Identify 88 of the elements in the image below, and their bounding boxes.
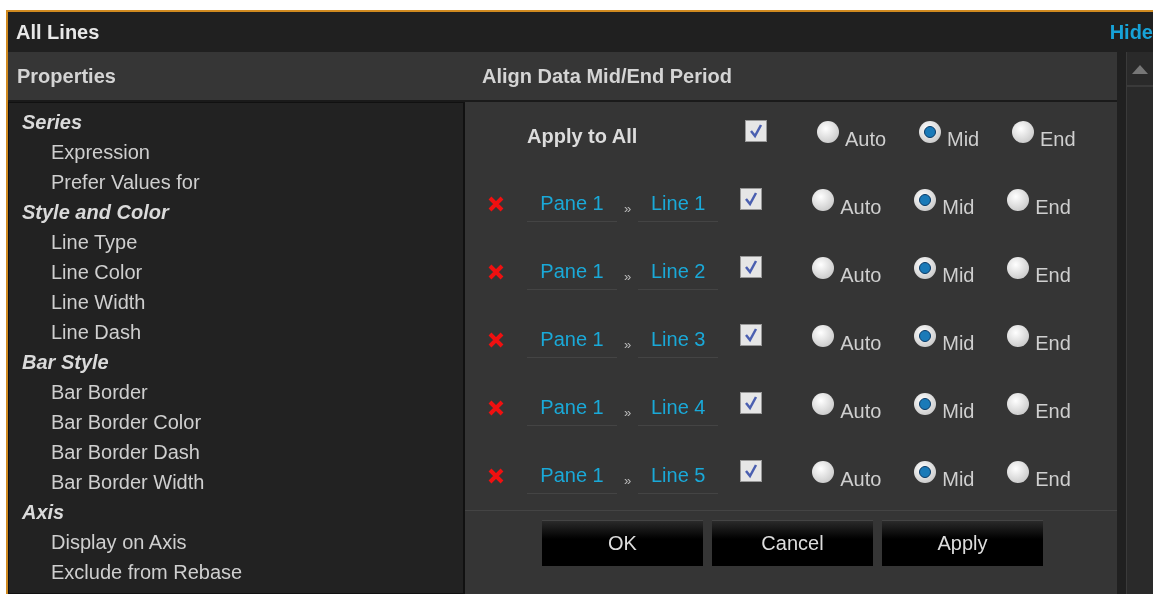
property-item[interactable]: Expression — [22, 137, 150, 167]
radio-label: Auto — [840, 400, 882, 423]
scrollbar[interactable] — [1126, 52, 1153, 594]
radio-label: Mid — [942, 196, 975, 219]
group-heading: Series — [22, 110, 83, 135]
pane-field[interactable]: Pane 1 — [527, 390, 617, 426]
pane-field[interactable]: Pane 1 — [527, 254, 617, 290]
separator-text: » — [623, 267, 633, 284]
delete-icon[interactable] — [488, 264, 504, 280]
line-field[interactable]: Line 2 — [638, 254, 719, 290]
panel-heading: Align Data Mid/End Period — [481, 63, 732, 89]
checkbox[interactable] — [740, 324, 763, 346]
radio-label: Auto — [840, 468, 882, 491]
checkbox[interactable] — [740, 460, 763, 482]
properties-heading: Properties — [16, 63, 117, 89]
window-title: All Lines — [15, 20, 100, 44]
property-item[interactable]: Line Width — [22, 287, 146, 317]
radio-button[interactable] — [914, 461, 937, 483]
property-item[interactable]: Bar Border — [22, 377, 148, 407]
pane-field[interactable]: Pane 1 — [527, 458, 617, 494]
radio-label: Mid — [947, 128, 980, 151]
radio-label: End — [1035, 332, 1071, 355]
pane-field[interactable]: Pane 1 — [527, 322, 617, 358]
radio-label: Mid — [942, 264, 975, 287]
radio-label: Auto — [840, 332, 882, 355]
separator-text: » — [623, 335, 633, 352]
radio-button[interactable] — [812, 461, 835, 483]
group-heading: Axis — [22, 500, 65, 525]
delete-icon[interactable] — [488, 332, 504, 348]
property-item[interactable]: Line Color — [22, 257, 143, 287]
checkbox[interactable] — [740, 188, 763, 210]
radio-button[interactable] — [1007, 189, 1030, 211]
radio-button[interactable] — [1007, 461, 1030, 483]
radio-label: End — [1035, 400, 1071, 423]
radio-label: Auto — [840, 196, 882, 219]
checkbox[interactable] — [745, 120, 767, 142]
scroll-up-icon[interactable] — [1132, 63, 1148, 74]
separator-text: » — [623, 199, 633, 216]
line-field[interactable]: Line 1 — [638, 186, 719, 222]
separator-text: » — [623, 471, 633, 488]
property-item[interactable]: Bar Border Color — [22, 407, 202, 437]
radio-label: Mid — [942, 400, 975, 423]
property-item[interactable]: Display on Axis — [22, 527, 187, 557]
radio-button[interactable] — [812, 257, 835, 279]
group-heading: Style and Color — [22, 200, 169, 225]
delete-icon[interactable] — [488, 468, 504, 484]
property-item[interactable]: Line Dash — [22, 317, 142, 347]
checkbox[interactable] — [740, 256, 763, 278]
dialog-button[interactable]: Cancel — [712, 520, 873, 566]
radio-button[interactable] — [914, 325, 937, 347]
radio-button[interactable] — [812, 325, 835, 347]
radio-label: Auto — [845, 128, 887, 151]
hide-link[interactable]: Hide — [1109, 20, 1153, 44]
dialog-button[interactable]: OK — [542, 520, 703, 566]
line-field[interactable]: Line 5 — [638, 458, 719, 494]
radio-button[interactable] — [914, 393, 937, 415]
radio-button[interactable] — [1012, 121, 1034, 143]
radio-button[interactable] — [817, 121, 839, 143]
apply-all-label: Apply to All — [527, 124, 639, 148]
radio-button[interactable] — [1007, 325, 1030, 347]
separator-text: » — [623, 403, 633, 420]
line-field[interactable]: Line 4 — [638, 390, 719, 426]
radio-label: Auto — [840, 264, 882, 287]
property-item[interactable]: Prefer Values for — [22, 167, 200, 197]
radio-label: End — [1035, 468, 1071, 491]
radio-button[interactable] — [812, 393, 835, 415]
checkbox[interactable] — [740, 392, 763, 414]
radio-button[interactable] — [914, 257, 937, 279]
property-item[interactable]: Bar Border Dash — [22, 437, 200, 467]
dialog-button[interactable]: Apply — [882, 520, 1043, 566]
delete-icon[interactable] — [488, 196, 504, 212]
delete-icon[interactable] — [488, 400, 504, 416]
property-item[interactable]: Bar Border Width — [22, 467, 205, 497]
radio-label: End — [1040, 128, 1076, 151]
radio-button[interactable] — [919, 121, 941, 143]
property-item[interactable]: Exclude from Rebase — [22, 557, 243, 587]
radio-button[interactable] — [1007, 393, 1030, 415]
radio-label: End — [1035, 196, 1071, 219]
property-item[interactable]: Line Type — [22, 227, 138, 257]
line-field[interactable]: Line 3 — [638, 322, 719, 358]
radio-label: Mid — [942, 332, 975, 355]
group-heading: Bar Style — [22, 350, 109, 375]
radio-label: End — [1035, 264, 1071, 287]
radio-button[interactable] — [914, 189, 937, 211]
radio-label: Mid — [942, 468, 975, 491]
pane-field[interactable]: Pane 1 — [527, 186, 617, 222]
radio-button[interactable] — [1007, 257, 1030, 279]
radio-button[interactable] — [812, 189, 835, 211]
